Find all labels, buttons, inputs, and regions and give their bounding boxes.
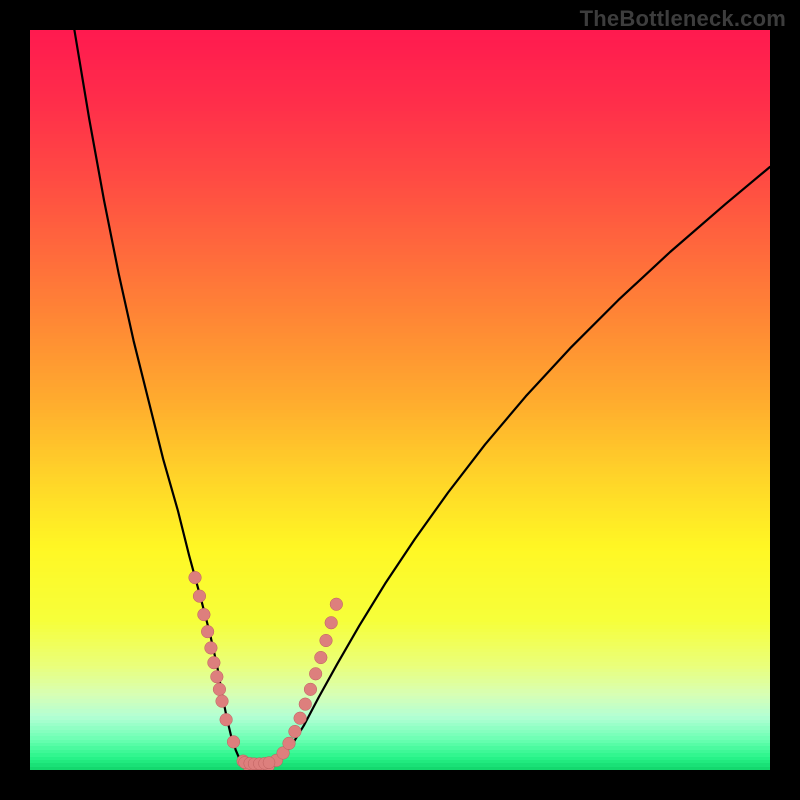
data-dot	[320, 634, 333, 647]
curve-layer	[30, 30, 770, 770]
data-dot	[208, 656, 221, 669]
data-dot	[213, 683, 226, 696]
data-dot	[294, 712, 307, 725]
data-dot	[193, 590, 206, 603]
data-dot	[309, 668, 322, 681]
data-dots	[189, 571, 343, 770]
data-dot	[289, 725, 302, 738]
data-dot	[283, 737, 296, 750]
data-dot	[205, 642, 218, 655]
watermark-text: TheBottleneck.com	[580, 6, 786, 32]
data-dot	[325, 616, 338, 629]
data-dot	[216, 695, 229, 708]
bottleneck-curve	[74, 30, 770, 769]
data-dot	[201, 625, 214, 638]
data-dot	[220, 713, 233, 726]
chart-frame: TheBottleneck.com	[0, 0, 800, 800]
data-dot	[198, 608, 211, 621]
data-dot	[299, 698, 312, 711]
plot-area	[30, 30, 770, 770]
data-dot	[263, 757, 275, 769]
data-dot	[304, 683, 317, 696]
data-dot	[227, 736, 240, 749]
data-dot	[189, 571, 202, 584]
data-dot	[211, 670, 224, 683]
data-dot	[330, 598, 343, 611]
data-dot	[315, 651, 328, 664]
